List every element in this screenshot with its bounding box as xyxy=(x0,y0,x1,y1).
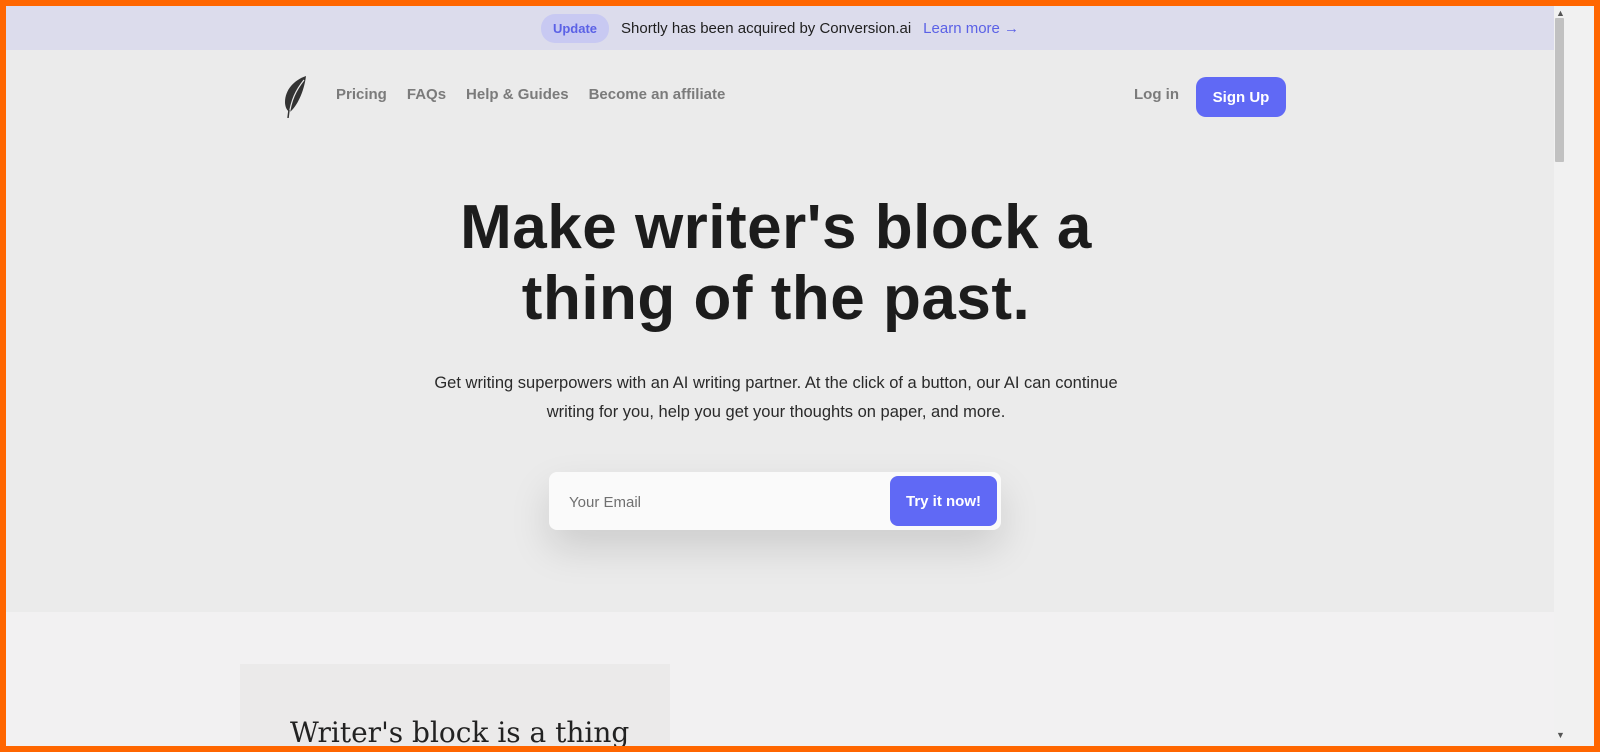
nav-pricing[interactable]: Pricing xyxy=(336,86,387,103)
signup-button[interactable]: Sign Up xyxy=(1196,77,1286,117)
hero-title: Make writer's block a thing of the past. xyxy=(376,192,1176,334)
hero-subtitle-line-1: Get writing superpowers with an AI writi… xyxy=(434,374,1118,392)
hero-title-line-1: Make writer's block a xyxy=(460,193,1092,262)
learn-more-link[interactable]: Learn more → xyxy=(923,20,1019,37)
login-link[interactable]: Log in xyxy=(1134,86,1179,103)
feature-card: Writer's block is a thing xyxy=(240,664,670,746)
signup-form: Try it now! xyxy=(549,472,1001,530)
announcement-message: Shortly has been acquired by Conversion.… xyxy=(621,19,912,37)
nav-become-affiliate[interactable]: Become an affiliate xyxy=(589,86,726,103)
page-frame: Update Shortly has been acquired by Conv… xyxy=(6,6,1594,746)
scroll-down-arrow-icon[interactable]: ▼ xyxy=(1556,730,1565,740)
nav-help-guides[interactable]: Help & Guides xyxy=(466,86,569,103)
scrollbar-thumb[interactable] xyxy=(1555,18,1564,162)
hero-subtitle-line-2: writing for you, help you get your thoug… xyxy=(546,403,1006,421)
feature-card-title: Writer's block is a thing xyxy=(290,716,630,746)
announcement-bar: Update Shortly has been acquired by Conv… xyxy=(6,6,1554,50)
features-section: Writer's block is a thing xyxy=(6,612,1554,746)
email-input[interactable] xyxy=(559,481,891,523)
update-badge: Update xyxy=(540,13,609,43)
hero-title-line-2: thing of the past. xyxy=(521,264,1031,333)
try-it-now-button[interactable]: Try it now! xyxy=(890,476,997,526)
main-nav: Pricing FAQs Help & Guides Become an aff… xyxy=(336,86,725,103)
hero-subtitle: Get writing superpowers with an AI writi… xyxy=(376,369,1176,427)
nav-faqs[interactable]: FAQs xyxy=(407,86,446,103)
scroll-up-arrow-icon[interactable]: ▲ xyxy=(1556,8,1565,18)
feather-icon[interactable] xyxy=(282,74,308,118)
